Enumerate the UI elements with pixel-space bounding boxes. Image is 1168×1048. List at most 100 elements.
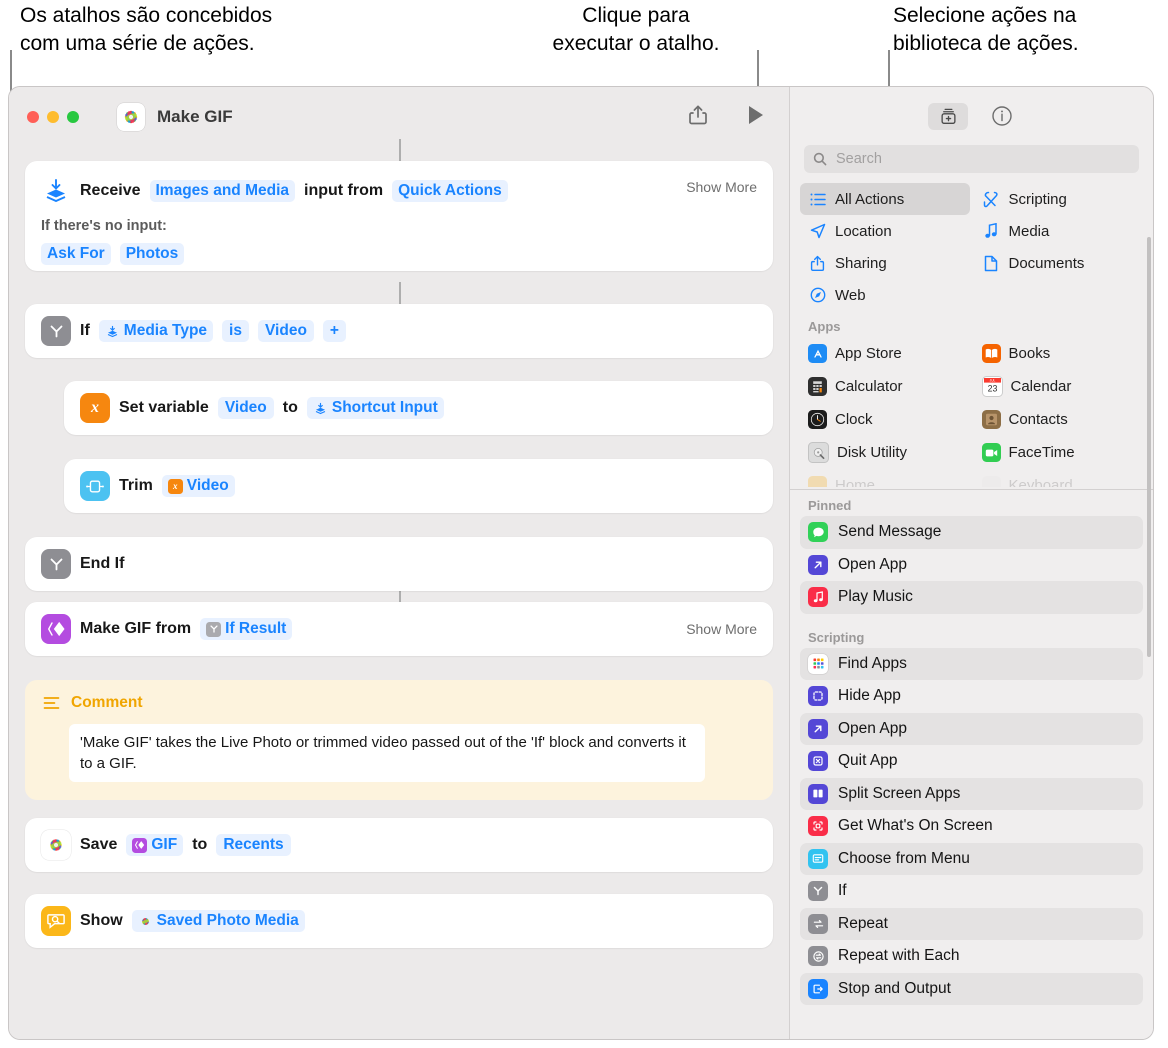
app-item-calendar[interactable]: JUL 23 Calendar xyxy=(974,370,1144,403)
category-label: Scripting xyxy=(1008,190,1067,208)
app-item-calculator[interactable]: Calculator xyxy=(800,370,970,403)
receive-no-input-row: Ask For Photos xyxy=(41,243,757,265)
category-all-actions[interactable]: All Actions xyxy=(800,183,970,215)
library-item-split-screen-apps[interactable]: Split Screen Apps xyxy=(800,777,1143,810)
library-item-label: Quit App xyxy=(838,752,898,770)
library-item-choose-from-menu[interactable]: Choose from Menu xyxy=(800,842,1143,875)
show-value-label: Saved Photo Media xyxy=(156,912,299,929)
app-item-facetime[interactable]: FaceTime xyxy=(974,436,1144,469)
action-end-if[interactable]: End If xyxy=(25,537,773,591)
make-gif-value-token[interactable]: If Result xyxy=(200,618,293,640)
receive-source-token[interactable]: Quick Actions xyxy=(392,180,508,202)
library-item-open-app[interactable]: Open App xyxy=(800,549,1143,582)
show-value-token[interactable]: Saved Photo Media xyxy=(131,910,305,932)
make-gif-show-more[interactable]: Show More xyxy=(686,621,757,637)
app-item-partial: Keyboard xyxy=(974,469,1144,487)
library-item-find-apps[interactable]: Find Apps xyxy=(800,647,1143,680)
if-variable-label: Media Type xyxy=(123,322,208,339)
set-variable-value-token[interactable]: Shortcut Input xyxy=(306,397,444,419)
if-operator-token[interactable]: is xyxy=(222,320,249,342)
document-icon xyxy=(982,255,1001,272)
action-save[interactable]: Save GIF to Recents xyxy=(25,818,773,872)
app-item-disk-utility[interactable]: Disk Utility xyxy=(800,436,970,469)
comment-title: Comment xyxy=(71,694,143,711)
if-variable-token[interactable]: Media Type xyxy=(98,320,214,342)
save-value-token[interactable]: GIF xyxy=(126,834,184,856)
receive-input-type-token[interactable]: Images and Media xyxy=(149,180,296,202)
library-item-hide-app[interactable]: Hide App xyxy=(800,680,1143,713)
library-item-label: Hide App xyxy=(838,687,901,705)
set-variable-row: x Set variable Video to Shortcut Input xyxy=(80,393,444,423)
app-item-app-store[interactable]: App Store xyxy=(800,337,970,370)
action-show[interactable]: Show Saved Photo Media xyxy=(25,894,773,948)
save-value-label: GIF xyxy=(151,836,178,853)
category-label: All Actions xyxy=(835,190,905,208)
close-button[interactable] xyxy=(27,111,39,123)
end-if-label: End If xyxy=(80,555,125,572)
search-box[interactable] xyxy=(804,145,1139,173)
library-item-repeat-with-each[interactable]: Repeat with Each xyxy=(800,940,1143,973)
share-icon[interactable] xyxy=(685,101,711,129)
info-icon[interactable] xyxy=(988,103,1015,130)
app-item-contacts[interactable]: Contacts xyxy=(974,403,1144,436)
if-value-token[interactable]: Video xyxy=(257,320,314,342)
receive-show-more[interactable]: Show More xyxy=(686,179,757,195)
partial-app-icon xyxy=(981,476,1001,487)
category-documents[interactable]: Documents xyxy=(974,247,1144,279)
category-label: Sharing xyxy=(835,254,887,272)
show-prefix: Show xyxy=(80,912,123,929)
category-location[interactable]: Location xyxy=(800,215,970,247)
library-toolbar xyxy=(790,87,1153,145)
partial-label: Home xyxy=(835,477,876,487)
location-icon xyxy=(808,223,827,239)
receive-ask-for-token[interactable]: Ask For xyxy=(41,243,111,265)
search-input[interactable] xyxy=(834,150,1130,168)
play-icon[interactable] xyxy=(743,101,769,129)
library-scrollbar[interactable] xyxy=(1147,237,1151,657)
library-item-repeat[interactable]: Repeat xyxy=(800,907,1143,940)
disk-utility-icon xyxy=(808,442,829,463)
library-scroll-area[interactable]: Pinned Send Message Open App Play Music … xyxy=(790,490,1153,1039)
window-controls[interactable] xyxy=(27,111,79,123)
category-web[interactable]: Web xyxy=(800,279,970,311)
library-item-label: Open App xyxy=(838,555,907,573)
calendar-icon: JUL 23 xyxy=(981,376,1003,397)
clock-icon xyxy=(808,410,827,429)
maximize-button[interactable] xyxy=(67,111,79,123)
category-media[interactable]: Media xyxy=(974,215,1144,247)
library-item-if[interactable]: If xyxy=(800,875,1143,908)
action-comment[interactable]: Comment 'Make GIF' takes the Live Photo … xyxy=(25,680,773,800)
action-trim[interactable]: Trim x Video xyxy=(64,459,773,513)
if-prefix: If xyxy=(80,322,90,339)
photos-icon xyxy=(117,103,145,131)
action-if[interactable]: If Media Type is Video + xyxy=(25,304,773,358)
category-scripting[interactable]: Scripting xyxy=(974,183,1144,215)
set-variable-name-token[interactable]: Video xyxy=(217,397,274,419)
category-sharing[interactable]: Sharing xyxy=(800,247,970,279)
if-add-button[interactable]: + xyxy=(322,320,346,342)
app-item-clock[interactable]: Clock xyxy=(800,403,970,436)
minimize-button[interactable] xyxy=(47,111,59,123)
library-item-send-message[interactable]: Send Message xyxy=(800,516,1143,549)
save-destination-token[interactable]: Recents xyxy=(216,834,291,856)
library-item-label: Open App xyxy=(838,719,907,737)
set-variable-middle: to xyxy=(282,399,298,416)
receive-photos-token[interactable]: Photos xyxy=(119,243,185,265)
trim-value-token[interactable]: x Video xyxy=(161,475,235,497)
library-item-quit-app[interactable]: Quit App xyxy=(800,745,1143,778)
add-action-icon[interactable] xyxy=(928,102,968,130)
action-make-gif[interactable]: Make GIF from If Result Show More xyxy=(25,602,773,656)
action-receive-input[interactable]: Receive Images and Media input from Quic… xyxy=(25,161,773,271)
app-label: Calculator xyxy=(835,378,903,395)
app-label: Books xyxy=(1008,345,1051,362)
app-item-books[interactable]: Books xyxy=(974,337,1144,370)
library-item-get-whats-on-screen[interactable]: Get What's On Screen xyxy=(800,810,1143,843)
library-item-label: If xyxy=(838,882,847,900)
library-item-stop-and-output[interactable]: Stop and Output xyxy=(800,972,1143,1005)
library-search-area xyxy=(790,145,1153,173)
comment-body-text[interactable]: 'Make GIF' takes the Live Photo or trimm… xyxy=(69,724,705,782)
library-item-label: Send Message xyxy=(838,523,942,541)
library-item-open-app-scripting[interactable]: Open App xyxy=(800,712,1143,745)
action-set-variable[interactable]: x Set variable Video to Shortcut Input xyxy=(64,381,773,435)
library-item-play-music[interactable]: Play Music xyxy=(800,581,1143,614)
